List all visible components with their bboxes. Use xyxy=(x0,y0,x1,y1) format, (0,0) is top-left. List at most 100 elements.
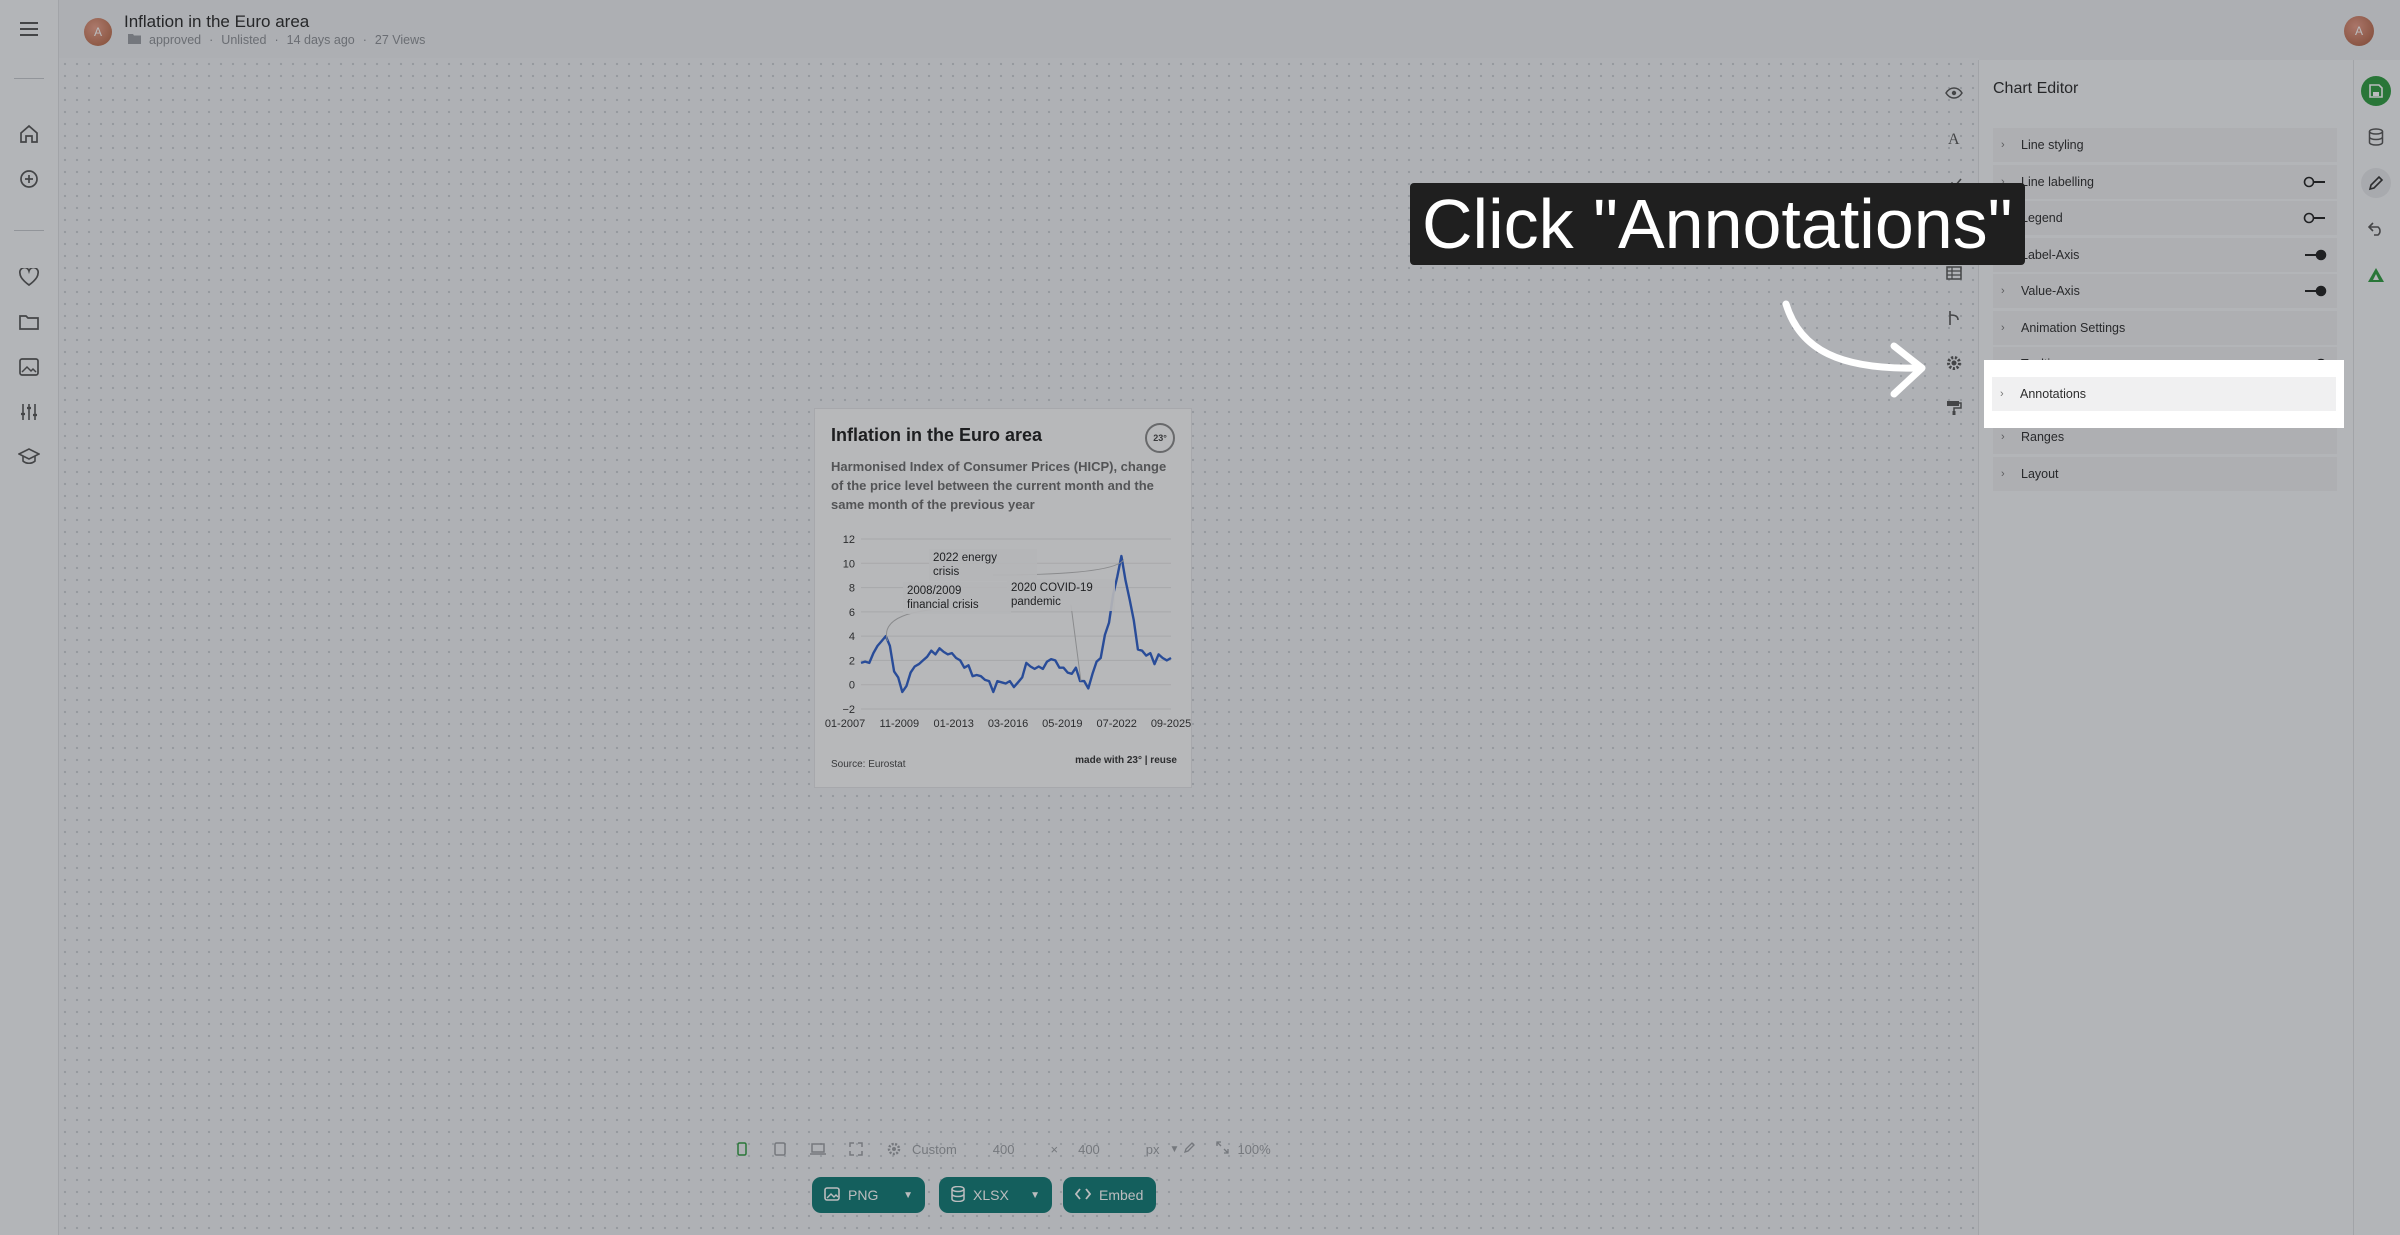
embed-label: Embed xyxy=(1099,1187,1144,1203)
fullscreen-icon[interactable] xyxy=(844,1137,868,1161)
toggle-on[interactable] xyxy=(2303,284,2327,298)
editor-title: Chart Editor xyxy=(1993,80,2079,97)
editor-section-layout[interactable]: › Layout xyxy=(1993,456,2337,493)
text-icon[interactable]: A xyxy=(1942,126,1966,150)
zoom-icon[interactable] xyxy=(1216,1141,1230,1157)
meta-separator: · xyxy=(209,33,214,47)
unit-select[interactable]: px xyxy=(1146,1142,1160,1157)
height-input[interactable]: 400 xyxy=(1078,1142,1100,1157)
meta-separator: · xyxy=(362,33,367,47)
annotation-label: pandemic xyxy=(1011,596,1061,608)
export-png-button[interactable]: PNG ▼ xyxy=(812,1177,925,1213)
pencil-icon[interactable] xyxy=(2361,168,2391,198)
branch-icon[interactable] xyxy=(1942,306,1966,330)
graduation-cap-icon[interactable] xyxy=(15,443,43,471)
editor-section-label-axis[interactable]: ›Label-Axis xyxy=(1993,237,2337,274)
editor-section-line-styling[interactable]: › Line styling xyxy=(1993,128,2337,164)
edit-size-icon[interactable] xyxy=(1183,1141,1196,1157)
made-with-credit[interactable]: made with 23° | reuse xyxy=(1075,755,1177,766)
mobile-size-icon[interactable] xyxy=(730,1137,754,1161)
chevron-down-icon[interactable]: ▼ xyxy=(1170,1144,1180,1155)
heart-icon[interactable] xyxy=(15,263,43,291)
sliders-icon[interactable] xyxy=(15,398,43,426)
code-icon xyxy=(1074,1187,1092,1203)
chevron-right-icon: › xyxy=(2001,285,2005,297)
desktop-size-icon[interactable] xyxy=(806,1137,830,1161)
chevron-right-icon: › xyxy=(2001,139,2005,151)
export-xlsx-label: XLSX xyxy=(973,1187,1009,1203)
tablet-size-icon[interactable] xyxy=(768,1137,792,1161)
toggle-off[interactable] xyxy=(2303,211,2327,225)
chevron-down-icon[interactable]: ▼ xyxy=(903,1190,913,1201)
editor-section-label: Line labelling xyxy=(2021,174,2094,189)
y-tick-label: 0 xyxy=(849,680,855,692)
annotation-label: crisis xyxy=(933,566,959,578)
annotation-label: 2022 energy xyxy=(933,552,997,564)
database-icon xyxy=(951,1185,965,1205)
tutorial-callout: Click "Annotations" xyxy=(1410,183,2025,265)
chart-preview-card[interactable]: Inflation in the Euro area 23° Harmonise… xyxy=(814,408,1192,788)
annotations-section[interactable]: › Annotations xyxy=(1992,377,2336,411)
user-initial: A xyxy=(2354,24,2363,38)
gear-icon[interactable] xyxy=(1942,351,1966,375)
age-label: 14 days ago xyxy=(286,33,355,47)
undo-icon[interactable] xyxy=(2361,214,2391,244)
chart-subtitle: Harmonised Index of Consumer Prices (HIC… xyxy=(831,459,1167,512)
times-sign: × xyxy=(1050,1141,1059,1157)
annotation-label: 2008/2009 xyxy=(907,585,961,597)
chart-title: Inflation in the Euro area xyxy=(831,425,1043,445)
chart-editor-panel: Chart Editor › Line styling › Line labellin… xyxy=(1978,60,2353,1235)
eye-icon[interactable] xyxy=(1942,81,1966,105)
editor-section-line-labelling[interactable]: › Line labelling xyxy=(1993,164,2337,201)
avatar-initial: A xyxy=(93,25,102,39)
editor-section-legend[interactable]: ›Legend xyxy=(1993,201,2337,237)
home-icon[interactable] xyxy=(15,120,43,148)
annotation-label: 2020 COVID-19 xyxy=(1011,582,1093,594)
logo-text: 23° xyxy=(1153,433,1167,443)
export-png-label: PNG xyxy=(848,1187,879,1203)
chevron-right-icon: › xyxy=(2000,388,2004,400)
y-tick-label: 4 xyxy=(849,631,855,643)
x-tick-label: 01-2013 xyxy=(933,718,973,730)
y-tick-label: 8 xyxy=(849,583,855,595)
tutorial-arrow xyxy=(1782,300,1926,398)
zoom-level[interactable]: 100% xyxy=(1237,1142,1270,1157)
gear-icon xyxy=(882,1137,906,1161)
folder-name[interactable]: approved xyxy=(149,33,201,47)
chevron-right-icon: › xyxy=(2001,431,2005,443)
line-chart: −2 0 2 4 6 8 10 12 01-2007 11-2009 01-2013 03-2016 0… xyxy=(825,534,1191,730)
y-tick-label: −2 xyxy=(842,704,855,716)
database-icon[interactable] xyxy=(2361,122,2391,152)
brand-icon[interactable] xyxy=(2361,260,2391,290)
editor-section-label: Animation Settings xyxy=(2021,320,2126,335)
user-avatar[interactable]: A xyxy=(2344,16,2374,46)
embed-button[interactable]: Embed xyxy=(1063,1177,1156,1213)
editor-section-value-axis[interactable]: › Value-Axis xyxy=(1993,274,2337,310)
size-toolbar: Custom 400 × 400 px ▼ 100% xyxy=(730,1137,1271,1161)
toggle-off[interactable] xyxy=(2303,175,2327,189)
toggle-on[interactable] xyxy=(2303,248,2327,262)
menu-icon[interactable] xyxy=(15,15,43,43)
export-xlsx-button[interactable]: XLSX ▼ xyxy=(939,1177,1052,1213)
avatar[interactable]: A xyxy=(84,18,112,46)
x-tick-label: 03-2016 xyxy=(988,718,1028,730)
page-title[interactable]: Inflation in the Euro area xyxy=(124,12,309,32)
image-icon[interactable] xyxy=(15,353,43,381)
save-button[interactable] xyxy=(2361,76,2391,106)
add-icon[interactable] xyxy=(15,165,43,193)
svg-text:A: A xyxy=(1948,131,1960,146)
logo-icon: 23° xyxy=(1145,423,1175,453)
paint-roller-icon[interactable] xyxy=(1942,396,1966,420)
chevron-down-icon[interactable]: ▼ xyxy=(1030,1190,1040,1201)
width-input[interactable]: 400 xyxy=(993,1142,1015,1157)
editor-section-label: Label-Axis xyxy=(2021,247,2080,262)
x-tick-label: 09-2025 xyxy=(1151,718,1191,730)
image-icon xyxy=(824,1186,840,1204)
editor-section-animation-settings[interactable]: › Animation Settings xyxy=(1993,310,2337,347)
x-tick-label: 01-2007 xyxy=(825,718,865,730)
meta-separator: · xyxy=(274,33,279,47)
folder-icon[interactable] xyxy=(15,308,43,336)
y-tick-label: 2 xyxy=(849,655,855,667)
size-preset-select[interactable]: Custom xyxy=(912,1142,957,1157)
chevron-right-icon: › xyxy=(2001,467,2005,480)
